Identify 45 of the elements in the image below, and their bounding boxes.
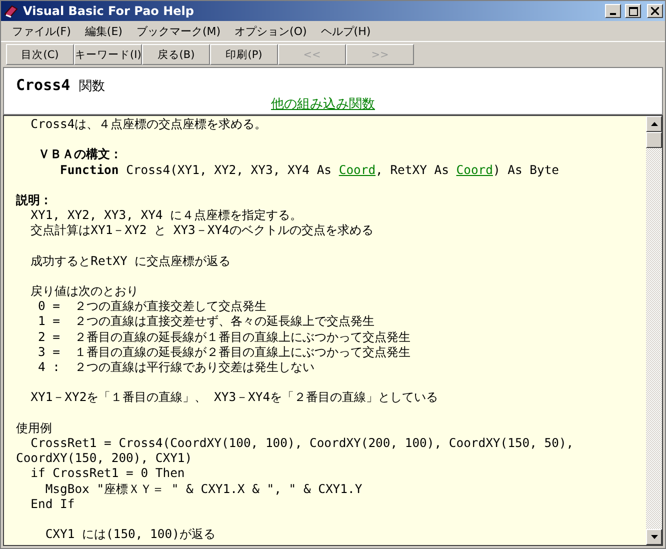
toolbar-button[interactable]: 目次(C) [6, 44, 74, 65]
content-line: MsgBox "座標ＸＹ＝ " & CXY1.X & ", " & CXY1.Y [44, 482, 364, 497]
topic-title: Cross4 関数 [16, 76, 106, 95]
content-line: 使用例 [16, 420, 53, 436]
content-line: ＶＢＡの構文： [37, 147, 124, 163]
content-line: 3 = １番目の直線の延長線が２番目の直線上にぶつかって交点発生 [37, 344, 412, 360]
content-line: XY1, XY2, XY3, XY4 に４点座標を指定する。 [30, 208, 304, 224]
menu-item[interactable]: ブックマーク(M) [129, 24, 228, 38]
maximize-icon [628, 6, 638, 16]
content-line: 説明： [16, 192, 53, 208]
down-arrow-icon [650, 535, 658, 539]
content-line: 戻り値は次のとおり [30, 284, 140, 300]
content-line: CXY1 には(150, 100)が返る [44, 527, 216, 542]
close-button[interactable] [647, 4, 663, 18]
minimize-button[interactable] [605, 4, 621, 18]
content-line: 0 = ２つの直線が直接交差して交点発生 [37, 299, 268, 314]
scroll-thumb[interactable] [646, 132, 662, 148]
close-icon [651, 7, 659, 15]
menu-item[interactable]: 編集(E) [78, 24, 130, 38]
toolbar-button[interactable]: 戻る(B) [142, 44, 210, 65]
up-arrow-icon [650, 122, 658, 126]
book-icon [3, 3, 19, 19]
content-line: 1 = ２つの直線は直接交差せず、各々の延長線上で交点発生 [37, 314, 376, 330]
window-title: Visual Basic For Pao Help [23, 4, 195, 18]
maximize-button[interactable] [625, 4, 641, 18]
content-line: Function Cross4(XY1, XY2, XY3, XY4 As Coord, RetXY As Coord) As Byte [59, 162, 560, 178]
content-line: if CrossRet1 = 0 Then [30, 466, 186, 482]
menu-item[interactable]: ファイル(F) [5, 24, 78, 38]
content-line: 交点計算はXY1－XY2 と XY3－XY4のベクトルの交点を求める [30, 223, 374, 238]
scroll-down-button[interactable] [646, 529, 662, 545]
content-line: CoordXY(150, 200), CXY1) [16, 451, 194, 466]
content-line: 2 = ２番目の直線の延長線が１番目の直線上にぶつかって交点発生 [37, 330, 412, 345]
content-line: 成功するとRetXY に交点座標が返る [30, 254, 232, 269]
scrollbar[interactable] [646, 116, 662, 545]
menu-item[interactable]: オプション(O) [228, 24, 314, 38]
related-link[interactable]: 他の組み込み関数 [271, 95, 375, 113]
content-line: XY1－XY2を「１番目の直線」、 XY3－XY4を「２番目の直線」としている [30, 390, 440, 406]
content-line: Cross4は、４点座標の交点座標を求める。 [30, 117, 268, 132]
toolbar-button[interactable]: 印刷(P) [210, 44, 278, 65]
scroll-up-button[interactable] [646, 116, 662, 132]
toolbar-button[interactable]: キーワード(I) [74, 44, 142, 65]
content-line: CrossRet1 = Cross4(CoordXY(100, 100), CoordXY(200, 100), CoordXY(150, 50), [30, 436, 575, 452]
menu-item[interactable]: ヘルプ(H) [314, 24, 378, 38]
content-line: End If [30, 496, 76, 512]
content-line: 4 : ２つの直線は平行線であり交差は発生しない [37, 360, 316, 376]
